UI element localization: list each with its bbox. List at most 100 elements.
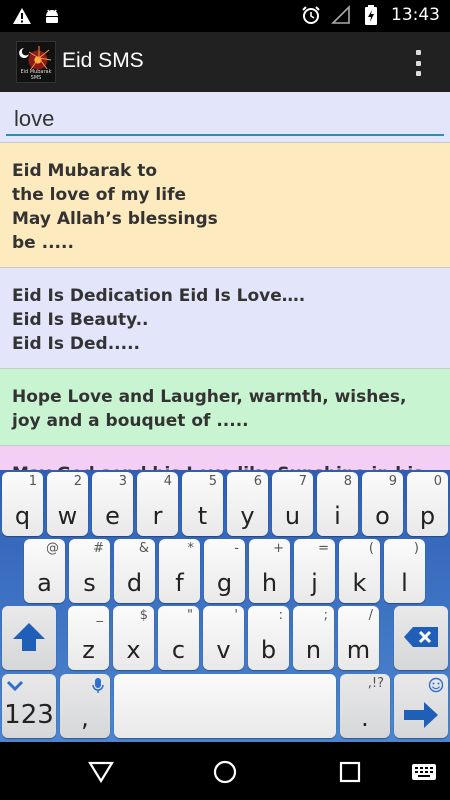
key-z[interactable]: _ z	[68, 606, 109, 670]
keyboard-switch-icon[interactable]	[410, 757, 438, 787]
key-h[interactable]: + h	[249, 539, 290, 603]
battery-charging-icon	[361, 5, 381, 25]
key-c-secondary: "	[187, 608, 193, 623]
key-b[interactable]: :b	[248, 606, 289, 670]
key-d[interactable]: & d	[114, 539, 155, 603]
delete-key[interactable]	[394, 606, 448, 670]
emoji-icon	[428, 677, 444, 697]
key-l-label: l	[401, 569, 408, 597]
period-key[interactable]: ,!? .	[340, 674, 390, 738]
key-y-secondary: 6	[253, 474, 262, 489]
key-t[interactable]: 5t	[182, 472, 223, 536]
list-item[interactable]: Eid Mubarak to the love of my life May A…	[0, 142, 450, 267]
backspace-icon	[403, 626, 439, 652]
key-g[interactable]: -g	[204, 539, 245, 603]
key-w-secondary: 2	[73, 474, 82, 489]
key-f-label: f	[175, 569, 184, 597]
key-f-secondary: *	[187, 541, 195, 556]
key-o[interactable]: 9o	[362, 472, 403, 536]
key-o-secondary: 9	[388, 474, 397, 489]
shift-arrow-icon	[12, 622, 46, 656]
key-q-label: q	[14, 502, 31, 530]
comma-key[interactable]: ,	[60, 674, 110, 738]
list-item[interactable]: May God send his Love like Sunshine in h…	[0, 445, 450, 470]
shift-key[interactable]	[2, 606, 56, 670]
key-i-label: i	[334, 502, 341, 530]
overflow-menu-icon[interactable]	[416, 50, 422, 76]
key-i-secondary: 8	[343, 474, 352, 489]
alarm-icon	[301, 5, 321, 25]
key-j-secondary: =	[318, 541, 329, 556]
key-x-label: x	[126, 636, 141, 664]
list-item[interactable]: Hope Love and Laugher, warmth, wishes, j…	[0, 368, 450, 445]
key-q-secondary: 1	[28, 474, 37, 489]
key-c-label: c	[171, 636, 186, 664]
status-bar: 13:43	[0, 0, 450, 32]
logo-text: Eid Mubarak SMS	[20, 69, 52, 81]
app-logo: Eid Mubarak SMS	[16, 41, 56, 83]
key-e[interactable]: 3e	[92, 472, 133, 536]
key-e-label: e	[105, 502, 120, 530]
key-l[interactable]: ) l	[384, 539, 425, 603]
key-m-label: m	[346, 636, 371, 664]
action-bar: Eid Mubarak SMS Eid SMS	[0, 32, 450, 92]
key-x-secondary: $	[139, 608, 148, 623]
home-circle-icon[interactable]	[210, 757, 240, 787]
space-key[interactable]	[114, 674, 336, 738]
key-u[interactable]: 7u	[272, 472, 313, 536]
key-p[interactable]: 0p	[407, 472, 448, 536]
key-e-secondary: 3	[118, 474, 127, 489]
key-m[interactable]: / m	[338, 606, 379, 670]
key-n[interactable]: ; n	[293, 606, 334, 670]
android-debug-icon	[42, 6, 62, 26]
content-area: Eid Mubarak to the love of my life May A…	[0, 92, 450, 470]
period-key-label: .	[361, 704, 369, 732]
key-n-secondary: ;	[323, 608, 328, 623]
back-triangle-icon[interactable]	[86, 757, 116, 787]
key-a[interactable]: @ a	[24, 539, 65, 603]
key-d-secondary: &	[138, 541, 149, 556]
search-input[interactable]	[6, 104, 444, 136]
key-t-label: t	[197, 502, 208, 530]
key-j-label: j	[311, 569, 318, 597]
key-m-secondary: /	[368, 608, 373, 623]
key-s[interactable]: # s	[69, 539, 110, 603]
key-h-label: h	[261, 569, 278, 597]
comma-key-label: ,	[81, 704, 89, 732]
key-i[interactable]: 8i	[317, 472, 358, 536]
key-b-secondary: :	[278, 608, 283, 623]
key-v[interactable]: ' v	[203, 606, 244, 670]
key-u-label: u	[284, 502, 301, 530]
numbers-key[interactable]: 123	[2, 674, 56, 738]
key-v-secondary: '	[234, 608, 238, 623]
key-a-secondary: @	[46, 541, 59, 556]
enter-key[interactable]	[394, 674, 448, 738]
key-k[interactable]: (k	[339, 539, 380, 603]
key-w[interactable]: 2w	[47, 472, 88, 536]
key-r-label: r	[152, 502, 163, 530]
key-y[interactable]: 6y	[227, 472, 268, 536]
key-x[interactable]: $ x	[113, 606, 154, 670]
key-v-label: v	[216, 636, 231, 664]
status-time: 13:43	[391, 5, 440, 25]
key-w-label: w	[57, 502, 78, 530]
key-q[interactable]: 1q	[2, 472, 43, 536]
microphone-icon	[92, 678, 104, 698]
key-f[interactable]: * f	[159, 539, 200, 603]
signal-icon	[331, 5, 351, 25]
key-z-label: z	[82, 636, 95, 664]
list-item[interactable]: Eid Is Dedication Eid Is Love…. Eid Is B…	[0, 267, 450, 368]
key-k-secondary: (	[368, 541, 374, 556]
key-z-secondary: _	[96, 608, 104, 623]
key-c[interactable]: " c	[158, 606, 199, 670]
key-t-secondary: 5	[208, 474, 217, 489]
recents-square-icon[interactable]	[335, 757, 365, 787]
key-r[interactable]: 4r	[137, 472, 178, 536]
key-g-label: g	[216, 569, 233, 597]
key-b-label: b	[260, 636, 277, 664]
search-box	[0, 92, 450, 142]
key-j[interactable]: = j	[294, 539, 335, 603]
warning-icon	[12, 6, 32, 26]
key-n-label: n	[305, 636, 322, 664]
key-h-secondary: +	[273, 541, 284, 556]
